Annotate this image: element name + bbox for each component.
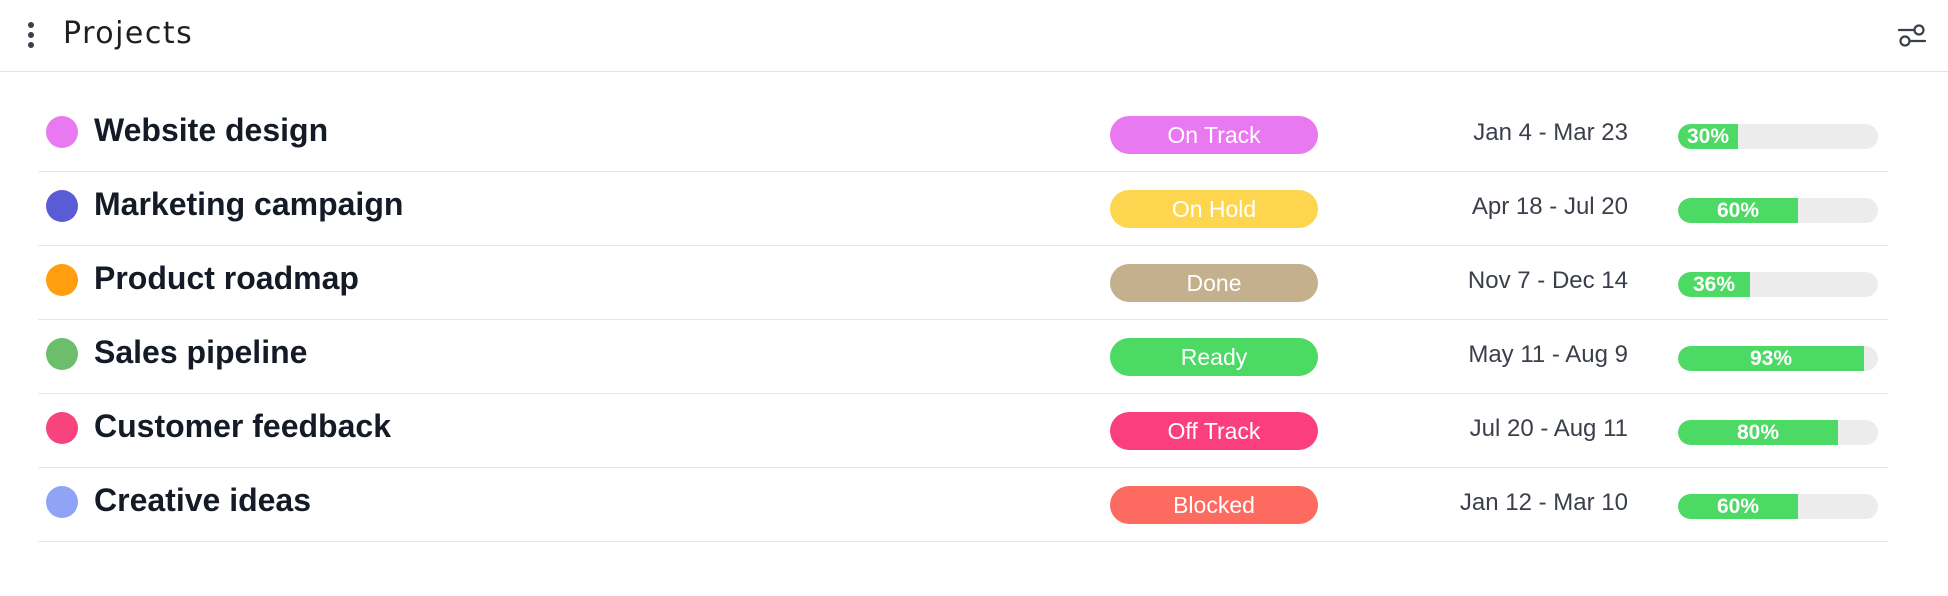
progress-bar: 80% <box>1678 420 1878 445</box>
project-row[interactable]: Sales pipeline Ready May 11 - Aug 9 93% <box>38 320 1888 394</box>
page-title: Projects <box>63 16 194 51</box>
project-color-dot <box>46 264 78 296</box>
project-name[interactable]: Creative ideas <box>94 482 311 519</box>
status-badge[interactable]: Off Track <box>1110 412 1318 450</box>
project-dates: Apr 18 - Jul 20 <box>1471 193 1628 220</box>
progress-label: 60% <box>1716 199 1760 222</box>
progress-bar: 93% <box>1678 346 1878 371</box>
project-name[interactable]: Customer feedback <box>94 408 391 445</box>
status-badge[interactable]: On Hold <box>1110 190 1318 228</box>
project-color-dot <box>46 338 78 370</box>
project-dates: May 11 - Aug 9 <box>1468 341 1628 368</box>
status-badge[interactable]: Done <box>1110 264 1318 302</box>
progress-label: 36% <box>1692 273 1736 296</box>
project-color-dot <box>46 412 78 444</box>
project-color-dot <box>46 190 78 222</box>
status-badge[interactable]: Blocked <box>1110 486 1318 524</box>
header-bar: Projects <box>0 0 1948 72</box>
progress-label: 60% <box>1716 495 1760 518</box>
status-badge[interactable]: Ready <box>1110 338 1318 376</box>
progress-label: 30% <box>1686 125 1730 148</box>
progress-bar: 36% <box>1678 272 1878 297</box>
project-row[interactable]: Website design On Track Jan 4 - Mar 23 3… <box>38 98 1888 172</box>
progress-bar: 60% <box>1678 198 1878 223</box>
project-row[interactable]: Product roadmap Done Nov 7 - Dec 14 36% <box>38 246 1888 320</box>
progress-bar: 60% <box>1678 494 1878 519</box>
project-row[interactable]: Customer feedback Off Track Jul 20 - Aug… <box>38 394 1888 468</box>
filter-sliders-icon[interactable] <box>1896 20 1928 50</box>
progress-label: 93% <box>1749 347 1793 370</box>
project-name[interactable]: Website design <box>94 112 328 149</box>
project-color-dot <box>46 486 78 518</box>
project-row[interactable]: Marketing campaign On Hold Apr 18 - Jul … <box>38 172 1888 246</box>
project-name[interactable]: Sales pipeline <box>94 334 307 371</box>
project-dates: Nov 7 - Dec 14 <box>1467 267 1628 294</box>
progress-label: 80% <box>1736 421 1780 444</box>
project-color-dot <box>46 116 78 148</box>
status-badge[interactable]: On Track <box>1110 116 1318 154</box>
project-list: Website design On Track Jan 4 - Mar 23 3… <box>38 98 1888 542</box>
project-name[interactable]: Marketing campaign <box>94 186 403 223</box>
project-dates: Jan 4 - Mar 23 <box>1473 119 1628 146</box>
progress-bar: 30% <box>1678 124 1878 149</box>
project-row[interactable]: Creative ideas Blocked Jan 12 - Mar 10 6… <box>38 468 1888 542</box>
project-dates: Jan 12 - Mar 10 <box>1459 489 1628 516</box>
project-name[interactable]: Product roadmap <box>94 260 359 297</box>
more-vertical-icon[interactable] <box>22 20 40 50</box>
project-dates: Jul 20 - Aug 11 <box>1469 415 1628 442</box>
